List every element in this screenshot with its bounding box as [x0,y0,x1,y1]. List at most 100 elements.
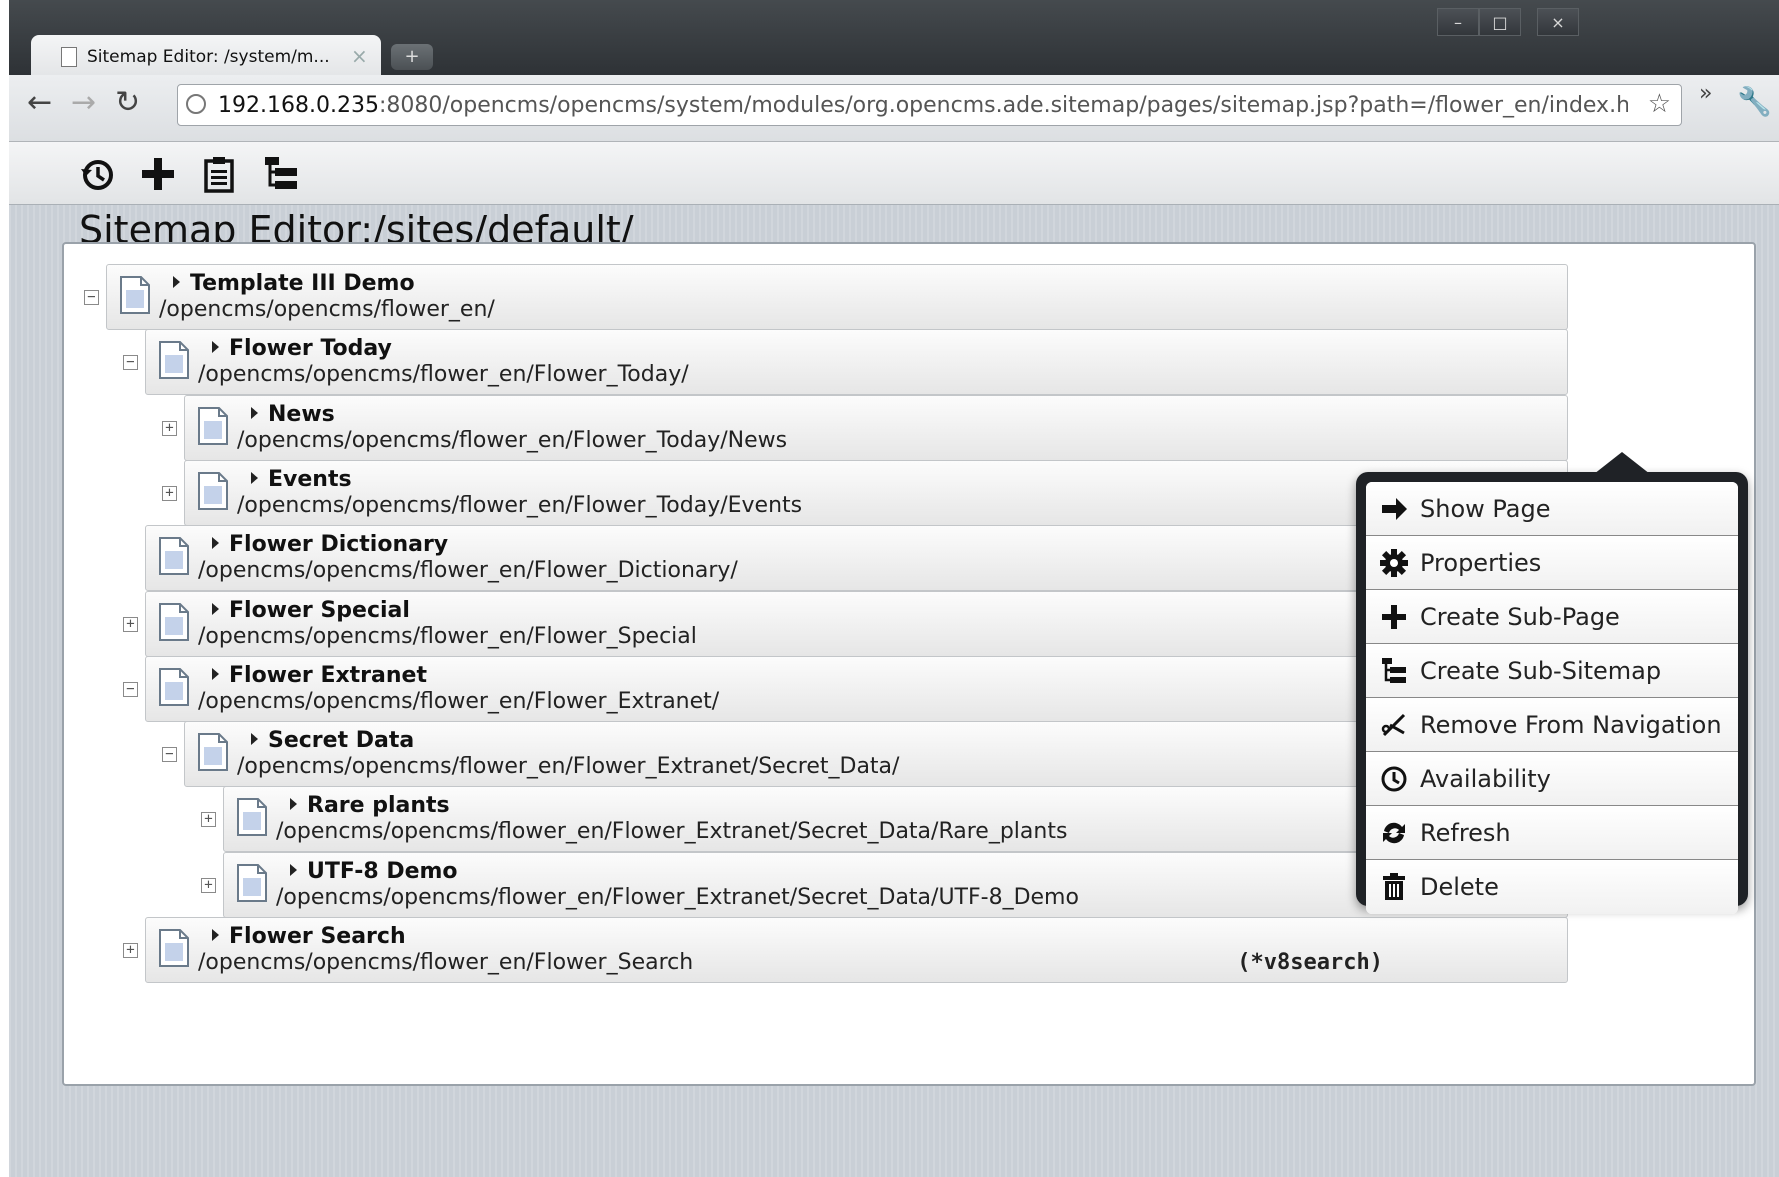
menu-item-availability[interactable]: Availability [1366,752,1738,806]
menu-item-label: Availability [1420,764,1551,793]
node-title[interactable]: Template III Demo [173,271,415,296]
history-icon[interactable] [75,152,119,196]
scissors-icon [1380,711,1408,739]
node-title[interactable]: Events [251,467,352,492]
menu-item-label: Delete [1420,873,1499,901]
node-suffix: (*v8search) [1237,950,1383,975]
node-path: /opencms/opencms/flower_en/Flower_Today/… [237,492,803,518]
sitemap-icon[interactable] [259,152,303,196]
context-menu-items: Show Page Properties Create Sub-Page Create… [1366,482,1738,914]
sitemap-toolbar [9,142,1779,205]
close-window-button[interactable]: × [1537,8,1579,36]
menu-item-label: Create Sub-Sitemap [1420,656,1662,685]
expand-toggle-icon[interactable]: + [201,812,216,828]
menu-item-label: Show Page [1420,494,1551,523]
collapse-toggle-icon[interactable]: − [123,355,138,371]
browser-window: – □ × Sitemap Editor: /system/m... × + ←… [9,0,1779,1177]
collapse-toggle-icon[interactable]: − [162,747,177,763]
page-icon [158,602,190,642]
node-title[interactable]: Flower Dictionary [212,532,448,557]
sitemap-node[interactable]: Flower Dictionary/opencms/opencms/flower… [145,525,1568,592]
forward-icon[interactable]: → [71,85,96,120]
node-title[interactable]: Flower Extranet [212,663,427,688]
menu-item-label: Refresh [1420,818,1511,847]
node-title[interactable]: Rare plants [290,793,450,818]
overflow-icon[interactable]: » [1699,81,1712,106]
menu-item-label: Properties [1420,548,1542,577]
title-bar: – □ × Sitemap Editor: /system/m... × + [9,0,1779,77]
sitemap-node[interactable]: News/opencms/opencms/flower_en/Flower_To… [184,394,1568,461]
url-host: 192.168.0.235 [218,93,379,118]
sitemap-icon [1380,657,1408,685]
browser-tab[interactable]: Sitemap Editor: /system/m... × [31,35,381,77]
new-tab-button[interactable]: + [391,44,433,70]
node-title[interactable]: Flower Special [212,598,410,623]
clock-icon [1380,765,1408,793]
page-icon [158,536,190,576]
star-icon[interactable]: ☆ [1648,89,1671,119]
sitemap-node[interactable]: Flower Search/opencms/opencms/flower_en/… [145,917,1568,983]
address-bar[interactable]: 192.168.0.235:8080/opencms/opencms/syste… [177,84,1682,126]
menu-item-label: Create Sub-Page [1420,602,1620,631]
context-menu: Show Page Properties Create Sub-Page Create… [1356,452,1748,914]
tab-title: Sitemap Editor: /system/m... [87,47,330,67]
node-title[interactable]: News [251,402,335,427]
menu-item-create-sub-page[interactable]: Create Sub-Page [1366,590,1738,644]
expand-toggle-icon[interactable]: + [123,943,138,958]
sitemap-node[interactable]: Flower Special/opencms/opencms/flower_en… [145,590,1568,657]
url-path: :8080/opencms/opencms/system/modules/org… [378,93,1628,118]
globe-icon [186,94,206,114]
tab-close-icon[interactable]: × [351,44,368,68]
window-controls: – □ × [1437,8,1579,36]
node-path: /opencms/opencms/flower_en/Flower_Extran… [237,754,900,780]
page-icon [197,471,229,511]
node-path: /opencms/opencms/flower_en/Flower_Extran… [198,688,720,714]
page-icon [197,732,229,772]
expand-toggle-icon[interactable]: + [162,485,177,501]
page-icon [158,928,190,968]
collapse-toggle-icon[interactable]: − [123,681,138,697]
menu-item-show-page[interactable]: Show Page [1366,482,1738,536]
menu-item-label: Remove From Navigation [1420,710,1722,739]
arrow-right-icon [1380,495,1408,523]
menu-item-refresh[interactable]: Refresh [1366,806,1738,860]
page-icon [197,406,229,446]
refresh-icon [1380,819,1408,847]
clipboard-icon[interactable] [197,152,241,196]
back-icon[interactable]: ← [27,85,52,120]
menu-item-delete[interactable]: Delete [1366,860,1738,914]
menu-item-create-sub-sitemap[interactable]: Create Sub-Sitemap [1366,644,1738,698]
plus-icon [1380,603,1408,631]
node-title[interactable]: Secret Data [251,728,414,753]
page-icon [236,863,268,903]
gear-icon [1380,548,1408,577]
sitemap-node[interactable]: Flower Today/opencms/opencms/flower_en/F… [145,329,1568,396]
collapse-toggle-icon[interactable]: − [84,290,99,305]
node-path: /opencms/opencms/flower_en/Flower_Extran… [276,819,1068,845]
page-icon [61,47,77,67]
sitemap-node[interactable]: Flower Extranet/opencms/opencms/flower_e… [145,655,1568,722]
node-path: /opencms/opencms/flower_en/Flower_Specia… [198,623,697,649]
expand-toggle-icon[interactable]: + [201,877,216,893]
wrench-icon[interactable]: 🔧 [1737,85,1772,118]
node-title[interactable]: UTF-8 Demo [290,859,458,884]
sitemap-node[interactable]: Template III Demo/opencms/opencms/flower… [106,264,1568,330]
node-path: /opencms/opencms/flower_en/Flower_Extran… [276,884,1079,910]
maximize-button[interactable]: □ [1479,8,1521,36]
node-title[interactable]: Flower Today [212,336,392,361]
menu-item-properties[interactable]: Properties [1366,536,1738,590]
add-icon[interactable] [136,152,180,196]
node-path: /opencms/opencms/flower_en/Flower_Today/ [198,362,689,388]
page-content: Sitemap Editor:/sites/default/ Template … [9,142,1779,1177]
node-title[interactable]: Flower Search [212,924,406,949]
menu-item-remove-from-navigation[interactable]: Remove From Navigation [1366,698,1738,752]
url-text[interactable]: 192.168.0.235:8080/opencms/opencms/syste… [218,93,1628,118]
browser-toolbar: ← → ↻ 192.168.0.235:8080/opencms/opencms… [9,75,1779,142]
page-icon [158,340,190,380]
reload-icon[interactable]: ↻ [115,85,140,120]
minimize-button[interactable]: – [1437,8,1479,36]
node-path: /opencms/opencms/flower_en/Flower_Search [198,950,694,975]
expand-toggle-icon[interactable]: + [123,616,138,632]
trash-icon [1380,873,1408,901]
expand-toggle-icon[interactable]: + [162,420,177,436]
